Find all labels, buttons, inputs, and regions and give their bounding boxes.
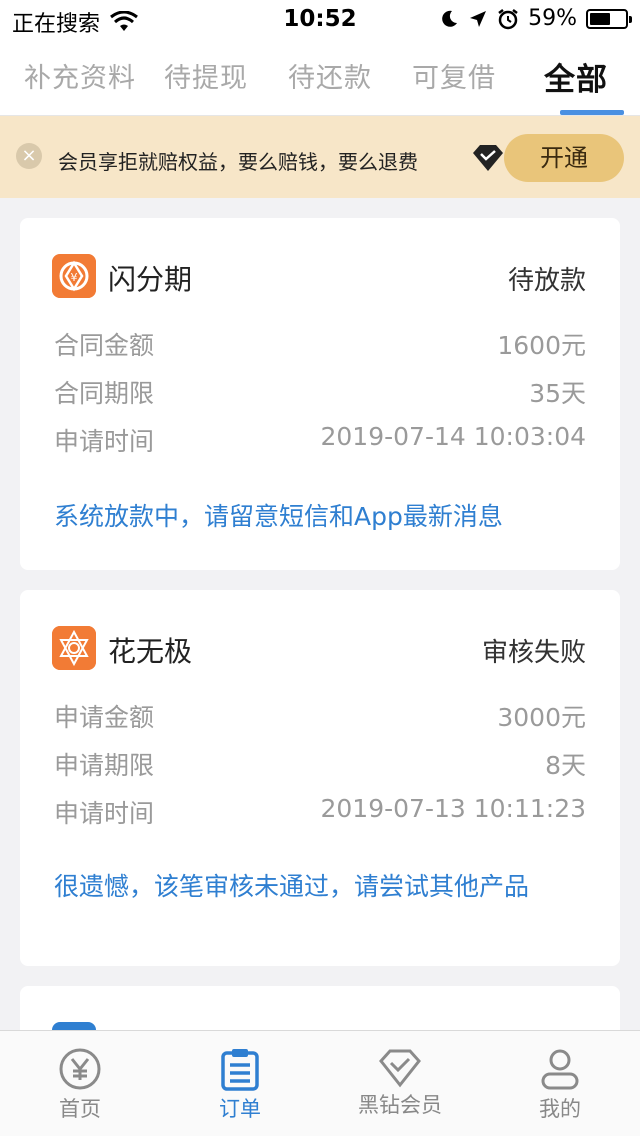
battery-percent: 59% <box>528 6 577 31</box>
contract-term-label: 合同期限 <box>54 379 155 408</box>
tab-all[interactable]: 全部 <box>544 54 608 99</box>
order-message: 系统放款中，请留意短信和App最新消息 <box>54 502 503 531</box>
banner-close-icon[interactable]: × <box>16 143 42 169</box>
apply-term-label: 申请期限 <box>54 751 155 780</box>
nav-home[interactable]: 首页 <box>0 1031 160 1136</box>
battery-icon <box>586 8 632 29</box>
tab-bar: 补充资料 待提现 待还款 可复借 全部 <box>0 40 640 116</box>
bottom-navigation: 首页 订单 黑钻会员 我的 <box>0 1030 640 1136</box>
order-list-page: 正在搜索 10:52 59% 补充资料 待提现 待还款 可复借 全部 × 会员享… <box>0 0 640 1136</box>
nav-orders[interactable]: 订单 <box>160 1031 320 1136</box>
moon-icon <box>442 10 458 27</box>
tab-supplement-info[interactable]: 补充资料 <box>24 56 136 95</box>
contract-amount-value: 1600元 <box>497 331 586 360</box>
order-card[interactable]: 花无极 审核失败 申请金额 3000元 申请期限 8天 申请时间 2019-07… <box>20 590 620 966</box>
svg-text:¥: ¥ <box>71 271 78 284</box>
alarm-icon <box>498 8 518 29</box>
diamond-icon <box>379 1049 421 1088</box>
apply-term-value: 8天 <box>545 751 586 780</box>
active-tab-indicator <box>560 110 624 115</box>
product-name: 花无极 <box>108 635 193 668</box>
contract-term-value: 35天 <box>529 379 586 408</box>
person-icon <box>541 1049 579 1090</box>
product-name: 闪分期 <box>108 263 193 296</box>
apply-amount-label: 申请金额 <box>54 703 155 732</box>
tab-reborrowable[interactable]: 可复借 <box>412 56 496 95</box>
status-bar: 正在搜索 10:52 59% <box>0 0 640 40</box>
order-list-icon <box>221 1049 259 1091</box>
order-message: 很遗憾，该笔审核未通过，请尝试其他产品 <box>54 872 530 901</box>
order-status: 审核失败 <box>481 638 586 668</box>
order-card[interactable]: ¥ 闪分期 待放款 合同金额 1600元 合同期限 35天 申请时间 2019-… <box>20 218 620 570</box>
yen-circle-icon <box>59 1048 101 1090</box>
apply-time-label: 申请时间 <box>54 427 155 456</box>
black-diamond-icon <box>473 145 503 171</box>
contract-amount-label: 合同金额 <box>54 331 155 360</box>
nav-orders-label: 订单 <box>219 1097 261 1121</box>
apply-time-value: 2019-07-13 10:11:23 <box>320 794 586 823</box>
apply-amount-value: 3000元 <box>497 703 586 732</box>
nav-me-label: 我的 <box>539 1097 581 1121</box>
activate-membership-button[interactable]: 开通 <box>504 134 624 182</box>
tab-pending-withdraw[interactable]: 待提现 <box>164 56 248 95</box>
apply-time-label: 申请时间 <box>54 799 155 828</box>
nav-black-diamond-label: 黑钻会员 <box>358 1093 442 1117</box>
nav-home-label: 首页 <box>59 1097 101 1121</box>
huawuji-logo-icon <box>52 626 96 670</box>
banner-text: 会员享拒就赔权益，要么赔钱，要么退费 <box>58 150 418 174</box>
order-status: 待放款 <box>507 266 586 296</box>
apply-time-value: 2019-07-14 10:03:04 <box>320 422 586 451</box>
nav-black-diamond[interactable]: 黑钻会员 <box>320 1031 480 1136</box>
tab-pending-repay[interactable]: 待还款 <box>288 56 372 95</box>
shanfenqi-logo-icon: ¥ <box>52 254 96 298</box>
nav-me[interactable]: 我的 <box>480 1031 640 1136</box>
location-arrow-icon <box>470 10 487 27</box>
